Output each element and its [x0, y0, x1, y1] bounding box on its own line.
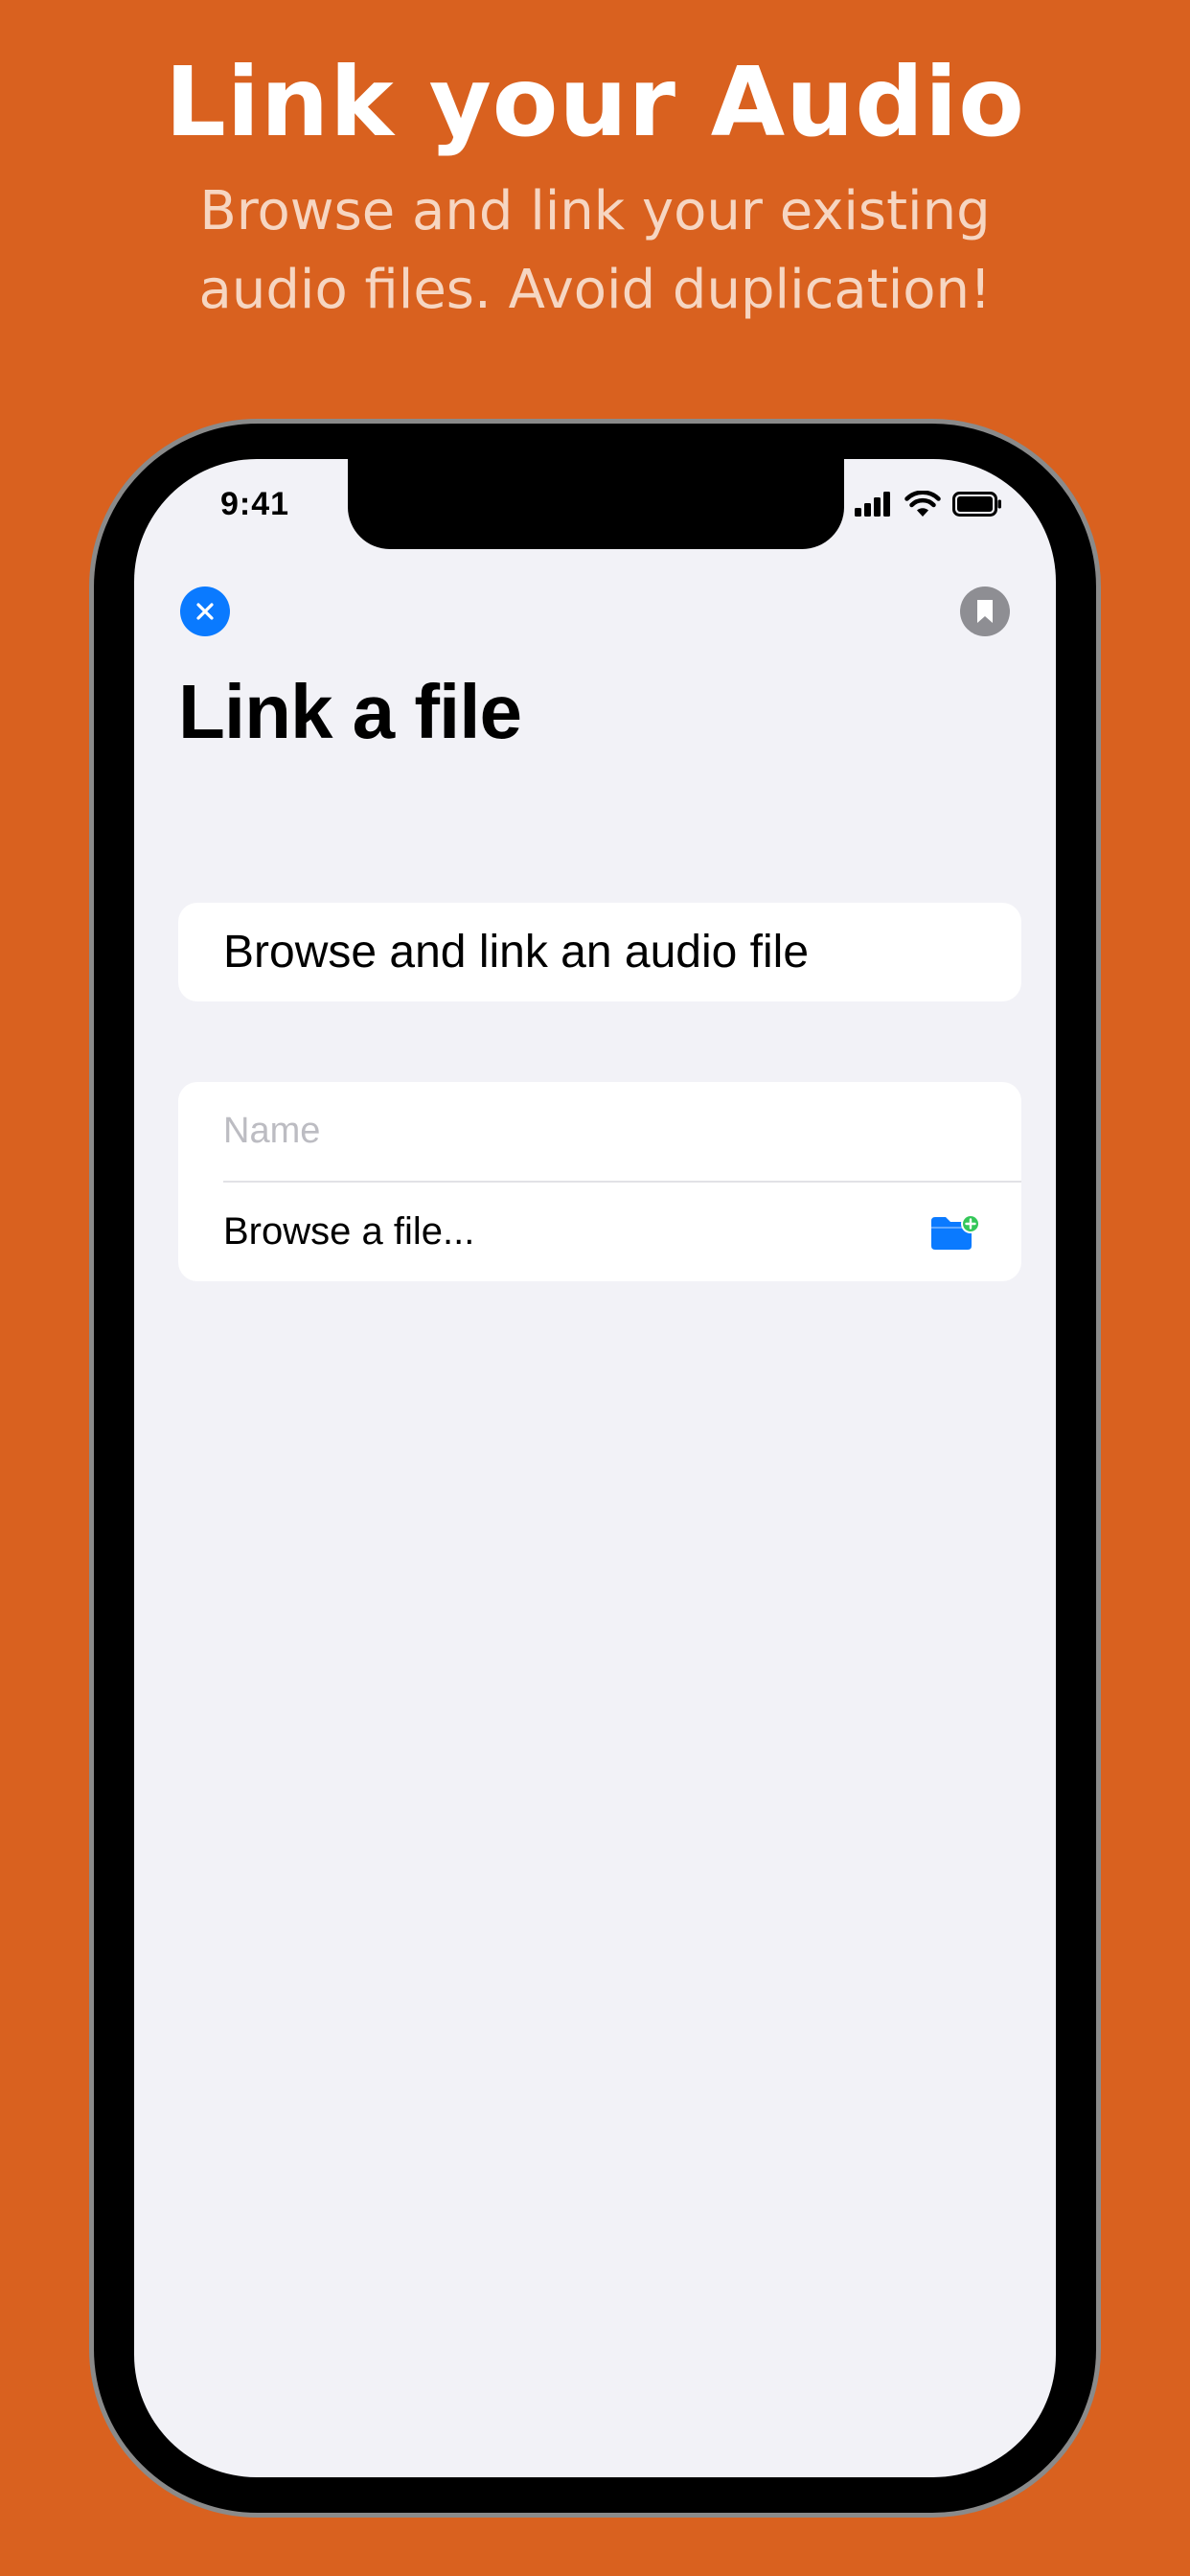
header-card-text: Browse and link an audio file [223, 927, 810, 978]
page-title: Link a file [178, 669, 522, 754]
status-icons [855, 488, 1002, 520]
folder-add-icon [931, 1213, 980, 1250]
phone-screen: 9:41 Link a file Browse and link an audi… [134, 459, 1056, 2477]
wifi-icon [904, 491, 941, 517]
promo-subtitle-line-2: audio files. Avoid duplication! [198, 259, 992, 321]
cellular-signal-icon [855, 492, 890, 517]
promo-subtitle-line-1: Browse and link your existing [199, 180, 991, 242]
phone-notch [348, 459, 844, 549]
browse-file-button[interactable]: Browse a file... [178, 1183, 1021, 1281]
link-form: Browse a file... [178, 1082, 1021, 1281]
bookmark-button[interactable] [960, 586, 1010, 636]
name-row [178, 1082, 1021, 1181]
browse-file-label: Browse a file... [223, 1210, 475, 1253]
close-icon [196, 603, 214, 620]
bookmark-icon [977, 600, 993, 623]
close-button[interactable] [180, 586, 230, 636]
battery-icon [952, 492, 1001, 517]
header-card: Browse and link an audio file [178, 903, 1021, 1001]
phone-frame: 9:41 Link a file Browse and link an audi… [89, 419, 1101, 2518]
promo-title: Link your Audio [165, 46, 1025, 158]
status-time: 9:41 [220, 486, 290, 522]
promo-subtitle: Browse and link your existing audio file… [0, 172, 1190, 330]
name-input[interactable] [223, 1111, 951, 1152]
